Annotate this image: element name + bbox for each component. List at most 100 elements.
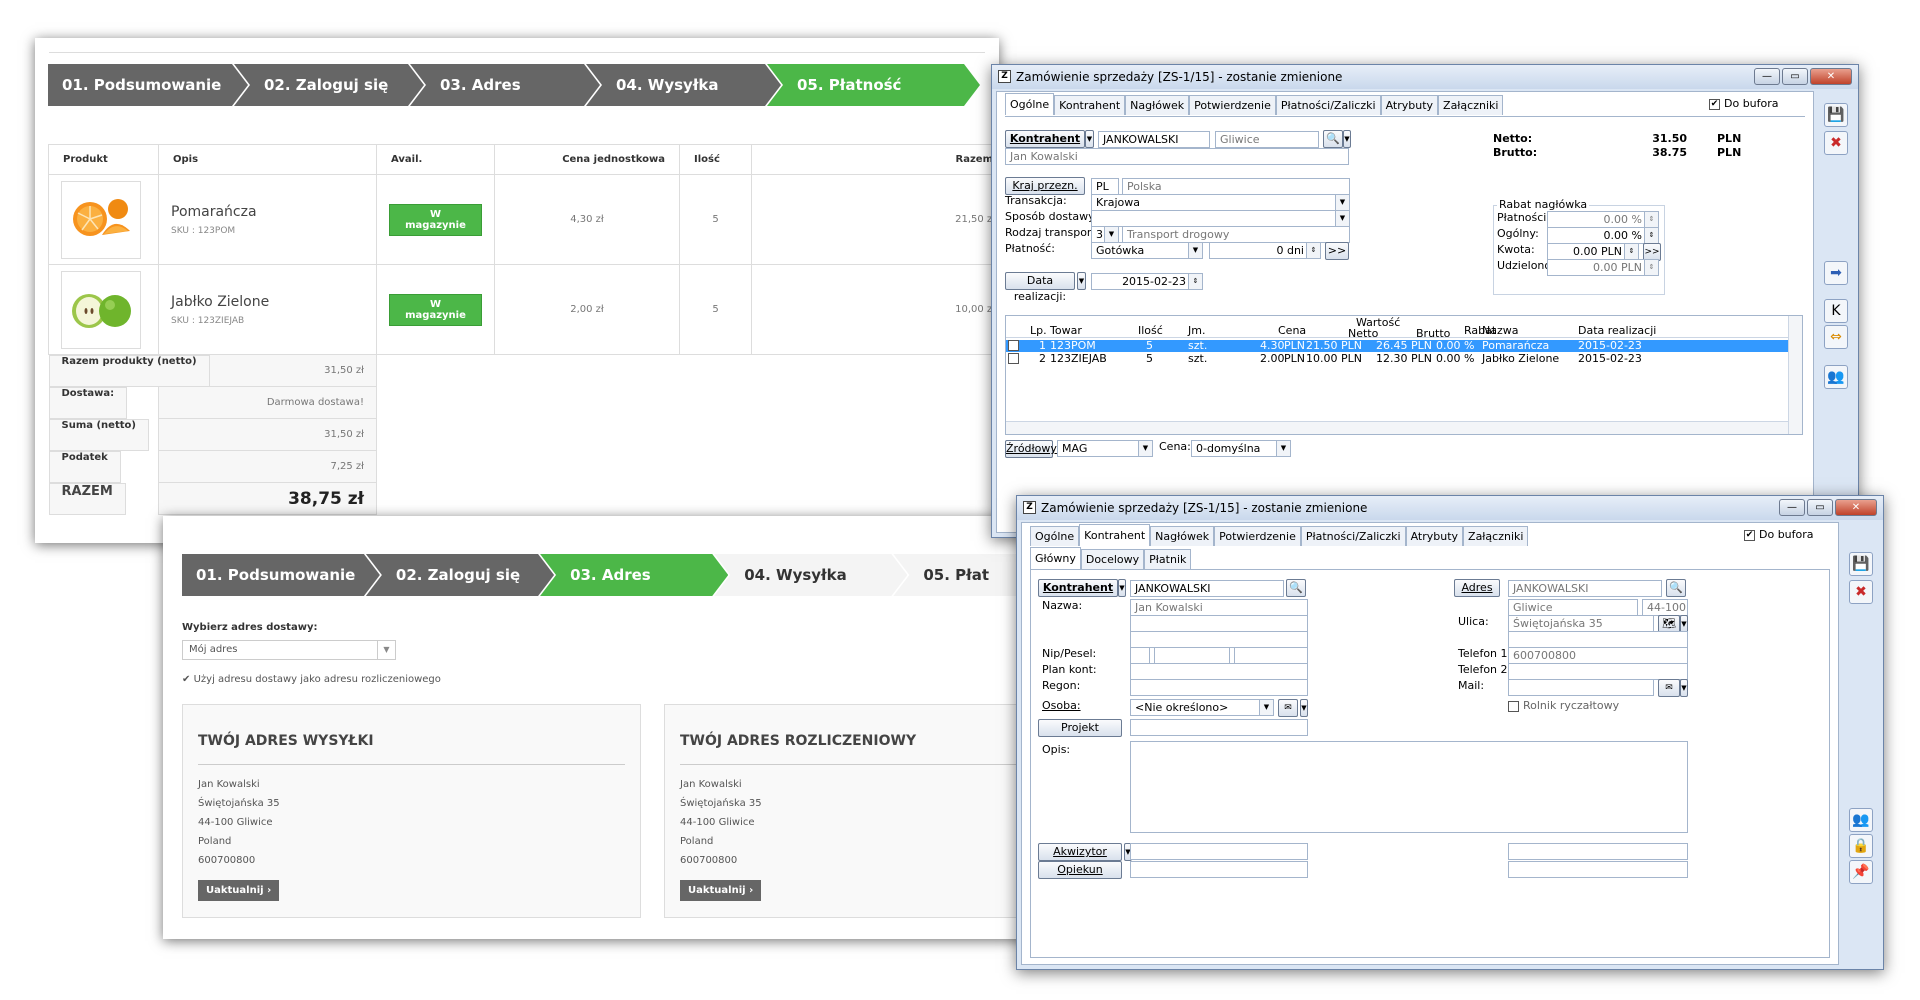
step-login[interactable]: 02. Zaloguj się: [366, 554, 554, 596]
step-shipping[interactable]: 04. Wysyłka: [714, 554, 907, 596]
kraj-name-field[interactable]: Polska: [1122, 178, 1350, 195]
product-name[interactable]: Pomarańcza: [171, 204, 364, 220]
chevron-down-icon[interactable]: ▼: [1300, 699, 1308, 717]
table-row[interactable]: 1 123POM 5 szt. 4.30 PLN 21.50 PLN 26.45…: [1006, 340, 1788, 352]
tab-confirmation[interactable]: Potwierdzenie: [1189, 95, 1276, 115]
cancel-icon[interactable]: ✖: [1824, 131, 1848, 155]
ulica-field-2[interactable]: [1508, 631, 1688, 648]
chevron-down-icon[interactable]: ▼: [1085, 130, 1094, 148]
split-icon[interactable]: K: [1824, 299, 1848, 323]
tab-payments[interactable]: Płatności/Zaliczki: [1275, 95, 1381, 115]
subtab-main[interactable]: Główny: [1030, 547, 1081, 569]
kraj-button[interactable]: Kraj przezn.: [1005, 177, 1085, 195]
projekt-button[interactable]: Projekt: [1038, 719, 1122, 737]
opiekun-button[interactable]: Opiekun: [1038, 861, 1122, 879]
lock-icon[interactable]: 🔒: [1849, 834, 1873, 858]
step-address[interactable]: 03. Adres: [410, 64, 600, 106]
step-address[interactable]: 03. Adres: [540, 554, 728, 596]
telefon2-field[interactable]: [1508, 663, 1688, 680]
horizontal-scrollbar[interactable]: [1006, 421, 1788, 434]
same-address-checkbox[interactable]: ✔ Użyj adresu dostawy jako adresu rozlic…: [182, 674, 441, 685]
opiekun-field[interactable]: [1130, 861, 1308, 878]
search-icon[interactable]: 🔍: [1286, 579, 1306, 597]
orange-image[interactable]: [61, 180, 141, 259]
kontrahent-button[interactable]: Kontrahent: [1038, 579, 1118, 597]
transakcja-select[interactable]: Krajowa ▼: [1091, 194, 1350, 211]
minimize-button[interactable]: —: [1779, 499, 1805, 516]
nazwa-field-2[interactable]: [1130, 615, 1308, 632]
platnosc-select[interactable]: Gotówka ▼: [1091, 242, 1203, 259]
add-item-icon[interactable]: ➡: [1824, 261, 1848, 285]
address-select[interactable]: Mój adres ▼: [182, 640, 396, 660]
transport-code-select[interactable]: 3 ▼: [1091, 226, 1119, 243]
tab-contractor[interactable]: Kontrahent: [1054, 95, 1126, 115]
step-summary[interactable]: 01. Podsumowanie: [48, 64, 248, 106]
vertical-scrollbar[interactable]: [1788, 316, 1802, 434]
mail-icon[interactable]: ✉: [1658, 679, 1680, 697]
mail-icon[interactable]: ✉: [1278, 699, 1298, 717]
tab-confirmation[interactable]: Potwierdzenie: [1214, 526, 1301, 546]
step-login[interactable]: 02. Zaloguj się: [234, 64, 424, 106]
tab-attachments[interactable]: Załączniki: [1463, 526, 1529, 546]
chevron-down-icon[interactable]: ▼: [1343, 130, 1351, 148]
akwizytor-name-field[interactable]: [1508, 843, 1688, 860]
search-icon[interactable]: 🔍: [1323, 130, 1343, 148]
rolnik-checkbox[interactable]: Rolnik ryczałtowy: [1508, 699, 1619, 712]
rabat-kwota-field[interactable]: 0.00 PLN ⇕: [1547, 243, 1639, 260]
cancel-icon[interactable]: ✖: [1849, 580, 1873, 604]
osoba-select[interactable]: <Nie określono> ▼: [1130, 699, 1274, 716]
chevron-down-icon[interactable]: ▼: [1118, 579, 1126, 597]
save-icon[interactable]: 💾: [1824, 103, 1848, 127]
rabat-platnosci-field[interactable]: 0.00 % ⇕: [1547, 211, 1659, 228]
tab-general[interactable]: Ogólne: [1030, 526, 1080, 546]
kraj-code-field[interactable]: PL: [1091, 178, 1119, 195]
cena-select[interactable]: 0-domyślna ▼: [1191, 440, 1291, 457]
update-billing-button[interactable]: Uaktualnij ›: [680, 880, 762, 901]
rabat-ogolny-field[interactable]: 0.00 % ⇕: [1547, 227, 1659, 244]
pesel-field[interactable]: [1234, 647, 1308, 664]
telefon1-field[interactable]: 600700800: [1508, 647, 1688, 664]
title-bar[interactable]: Z Zamówienie sprzedaży [ZS-1/15] - zosta…: [992, 65, 1858, 89]
mail-field[interactable]: [1508, 679, 1654, 696]
platnosc-days-field[interactable]: 0 dni ⇕: [1209, 242, 1321, 259]
subtab-target[interactable]: Docelowy: [1080, 549, 1145, 569]
tab-header[interactable]: Nagłówek: [1150, 526, 1215, 546]
step-payment[interactable]: 05. Płatność: [767, 64, 980, 106]
tab-attributes[interactable]: Atrybuty: [1405, 526, 1464, 546]
pin-icon[interactable]: 📌: [1849, 860, 1873, 884]
transport-name-field[interactable]: Transport drogowy: [1122, 226, 1350, 243]
search-icon[interactable]: 🔍: [1666, 579, 1686, 597]
users-icon[interactable]: 👥: [1849, 808, 1873, 832]
tab-contractor[interactable]: Kontrahent: [1079, 524, 1151, 546]
akwizytor-field[interactable]: [1130, 843, 1308, 860]
step-summary[interactable]: 01. Podsumowanie: [182, 554, 380, 596]
akwizytor-button[interactable]: Akwizytor: [1038, 843, 1122, 861]
tab-attachments[interactable]: Załączniki: [1438, 95, 1504, 115]
sposob-select[interactable]: ▼: [1091, 210, 1350, 227]
table-row[interactable]: 2 123ZIEJAB 5 szt. 2.00 PLN 10.00 PLN 12…: [1006, 353, 1788, 365]
subtab-payer[interactable]: Płatnik: [1144, 549, 1192, 569]
do-bufora-checkbox[interactable]: ✔ Do bufora: [1744, 528, 1814, 541]
kontrahent-button[interactable]: Kontrahent: [1005, 130, 1085, 148]
step-shipping[interactable]: 04. Wysyłka: [586, 64, 781, 106]
kontrahent-code-field[interactable]: JANKOWALSKI: [1098, 131, 1210, 148]
plan-field[interactable]: [1130, 663, 1308, 680]
opiekun-name-field[interactable]: [1508, 861, 1688, 878]
data-realizacji-field[interactable]: 2015-02-23 ⇕: [1091, 273, 1203, 290]
adres-button[interactable]: Adres: [1454, 579, 1500, 597]
do-bufora-checkbox[interactable]: ✔ Do bufora: [1709, 97, 1779, 110]
postcode-field[interactable]: 44-100: [1642, 599, 1688, 616]
close-button[interactable]: ✕: [1810, 68, 1852, 85]
save-icon[interactable]: 💾: [1849, 552, 1873, 576]
projekt-field[interactable]: [1130, 719, 1308, 736]
minimize-button[interactable]: —: [1754, 68, 1780, 85]
update-shipping-button[interactable]: Uaktualnij ›: [198, 880, 280, 901]
tab-attributes[interactable]: Atrybuty: [1380, 95, 1439, 115]
kontrahent-code-field[interactable]: JANKOWALSKI: [1130, 580, 1284, 597]
next-button[interactable]: >>: [1325, 242, 1349, 260]
chevron-down-icon[interactable]: ▼: [1077, 272, 1086, 290]
adres-code-field[interactable]: JANKOWALSKI: [1508, 580, 1662, 597]
tab-payments[interactable]: Płatności/Zaliczki: [1300, 526, 1406, 546]
kontrahent-city-field[interactable]: Gliwice: [1215, 131, 1319, 148]
zrodlowy-button[interactable]: Źródłowy: [1005, 440, 1057, 458]
